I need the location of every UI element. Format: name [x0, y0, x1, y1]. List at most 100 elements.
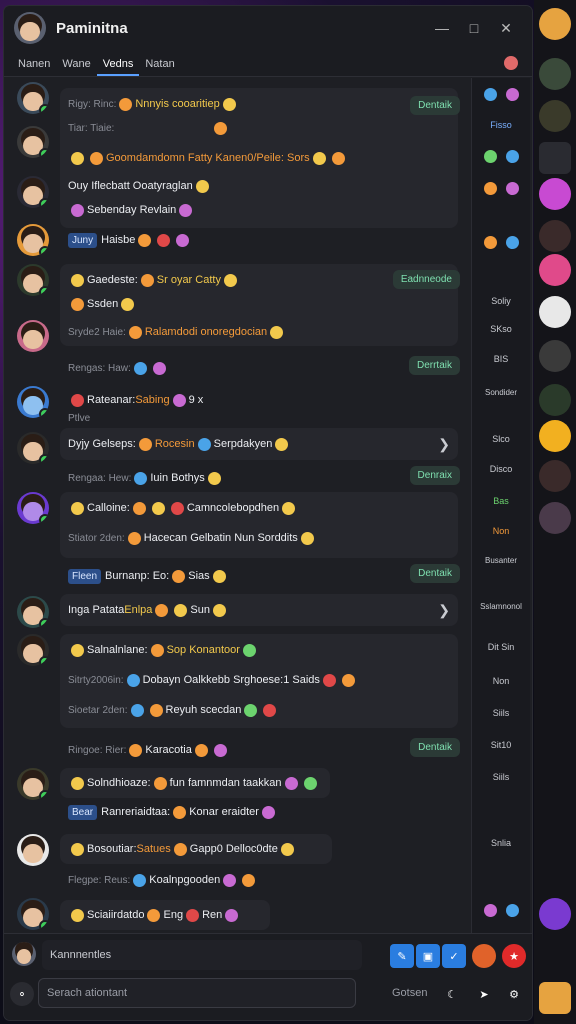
contact-avatar[interactable]: [539, 460, 571, 492]
message-text: Dobayn Oalkkebb Srghoese:1 Saids: [142, 674, 320, 686]
composer-avatar[interactable]: [12, 942, 36, 966]
settings-icon[interactable]: ⚙: [502, 982, 526, 1006]
check-button[interactable]: ✓: [442, 944, 466, 968]
contact-avatar[interactable]: [539, 502, 571, 534]
sender-avatar[interactable]: [17, 224, 49, 256]
message-text: Calloine:: [87, 502, 130, 514]
minimize-icon[interactable]: —: [426, 12, 458, 44]
moon-icon[interactable]: ☾: [440, 982, 464, 1006]
sender-avatar[interactable]: [17, 492, 49, 524]
side-item[interactable]: Siils: [472, 772, 530, 782]
side-icons[interactable]: [472, 88, 530, 101]
tab-0[interactable]: Nanen: [12, 58, 56, 76]
sender-avatar[interactable]: [17, 320, 49, 352]
contact-avatar[interactable]: [539, 340, 571, 372]
message-text: Sias: [188, 570, 210, 582]
close-icon[interactable]: ✕: [490, 12, 522, 44]
sender-avatar[interactable]: [17, 126, 49, 158]
contact-avatar[interactable]: [539, 220, 571, 252]
message-text: Solndhioaze:: [87, 777, 151, 789]
message-row: Fleen Burnanp: Eo: Sias Dentaik: [4, 562, 470, 590]
user-avatar[interactable]: [14, 12, 46, 44]
edit-icon[interactable]: [539, 142, 571, 174]
attach-icon[interactable]: ⚬: [10, 982, 34, 1006]
side-icons[interactable]: [472, 150, 530, 163]
maximize-icon[interactable]: □: [458, 12, 490, 44]
contact-avatar[interactable]: [539, 254, 571, 286]
message-card[interactable]: Sciaiirdatdo Eng Ren: [60, 900, 270, 930]
app-icon[interactable]: [539, 982, 571, 1014]
side-item[interactable]: Sslamnonol: [472, 602, 530, 611]
message-text: Sr oyar Catty: [156, 274, 221, 286]
message-card[interactable]: Bosoutiar: Satues Gapp0 Delloc0dte: [60, 834, 332, 864]
message-input[interactable]: Kannnentles: [42, 940, 362, 970]
message-card[interactable]: Calloine: Camncolebopdhen Stiator 2den: Ha…: [60, 492, 458, 558]
side-item[interactable]: Sondider: [472, 388, 530, 397]
chevron-right-icon[interactable]: ❯: [438, 602, 450, 619]
side-item[interactable]: Non: [472, 676, 530, 686]
sender-avatar[interactable]: [17, 432, 49, 464]
action-pill[interactable]: Derrtaik: [408, 356, 460, 375]
message-card[interactable]: Solndhioaze: fun famnmdan taakkan: [60, 768, 330, 798]
sender-avatar[interactable]: [17, 898, 49, 930]
action-pill[interactable]: Denraix: [409, 466, 460, 485]
sender-avatar[interactable]: [17, 386, 49, 418]
side-item[interactable]: Slco: [472, 434, 530, 444]
contact-avatar[interactable]: [539, 420, 571, 452]
action-pill[interactable]: Dentaik: [410, 564, 460, 583]
contact-avatar[interactable]: [539, 384, 571, 416]
side-item[interactable]: BIS: [472, 354, 530, 364]
action-pill[interactable]: Eadnneode: [392, 270, 460, 289]
tab-2[interactable]: Vedns: [96, 58, 140, 76]
search-input[interactable]: Serach ationtant: [38, 978, 356, 1008]
action-pill[interactable]: Dentaik: [410, 738, 460, 757]
sender-avatar[interactable]: [17, 768, 49, 800]
side-icons[interactable]: [472, 904, 530, 917]
side-item[interactable]: Busanter: [472, 556, 530, 565]
message-text: Eng: [163, 909, 184, 921]
message-card[interactable]: Inga Patata Enlpa Sun ❯: [60, 594, 458, 626]
side-icons[interactable]: [472, 182, 530, 195]
side-item[interactable]: Snlia: [472, 838, 530, 848]
action-pill[interactable]: Dentaik: [410, 96, 460, 115]
window-icon[interactable]: [539, 942, 571, 974]
sender-avatar[interactable]: [17, 596, 49, 628]
share-icon[interactable]: ➤: [472, 982, 496, 1006]
side-item[interactable]: Siils: [472, 708, 530, 718]
contact-avatar[interactable]: [539, 296, 571, 328]
sender-avatar[interactable]: [17, 834, 49, 866]
add-icon[interactable]: [539, 898, 571, 930]
color-wheel-icon[interactable]: [472, 944, 496, 968]
stop-icon[interactable]: ★: [502, 944, 526, 968]
side-item[interactable]: Non: [472, 526, 530, 536]
tab-1[interactable]: Wane: [56, 58, 96, 76]
side-item[interactable]: Bas: [472, 496, 530, 506]
side-item[interactable]: Disco: [472, 464, 530, 474]
chevron-right-icon[interactable]: ❯: [438, 436, 450, 453]
format-button[interactable]: ✎: [390, 944, 414, 968]
sender-avatar[interactable]: [17, 634, 49, 666]
contact-rail: [534, 0, 576, 1024]
message-card[interactable]: Rigy: Rinc: Nnnyis cooaritiep Tiar: Tiai…: [60, 88, 458, 228]
side-item[interactable]: SKso: [472, 324, 530, 334]
save-button[interactable]: ▣: [416, 944, 440, 968]
sender-avatar[interactable]: [17, 176, 49, 208]
contact-avatar[interactable]: [539, 100, 571, 132]
message-card[interactable]: Dyjy Gelseps: Rocesin Serpdakyen ❯: [60, 428, 458, 460]
side-item[interactable]: Sit10: [472, 740, 530, 750]
message-text: Ssden: [87, 298, 119, 310]
side-icons[interactable]: [472, 236, 530, 249]
message-card[interactable]: Salnalnlane: Sop Konantoor Sitrty2006in: D…: [60, 634, 458, 728]
notification-icon[interactable]: [504, 56, 518, 70]
contact-avatar[interactable]: [539, 178, 571, 210]
contact-avatar[interactable]: [539, 8, 571, 40]
sender-avatar[interactable]: [17, 82, 49, 114]
message-meta: Sitrty2006in:: [68, 674, 124, 686]
contact-avatar[interactable]: [539, 58, 571, 90]
side-item[interactable]: Dit Sin: [472, 642, 530, 652]
tab-3[interactable]: Natan: [139, 58, 180, 76]
sender-avatar[interactable]: [17, 264, 49, 296]
side-item[interactable]: Soliy: [472, 296, 530, 306]
side-item[interactable]: Fisso: [472, 120, 530, 130]
message-meta: Rigy: Rinc:: [68, 98, 117, 110]
